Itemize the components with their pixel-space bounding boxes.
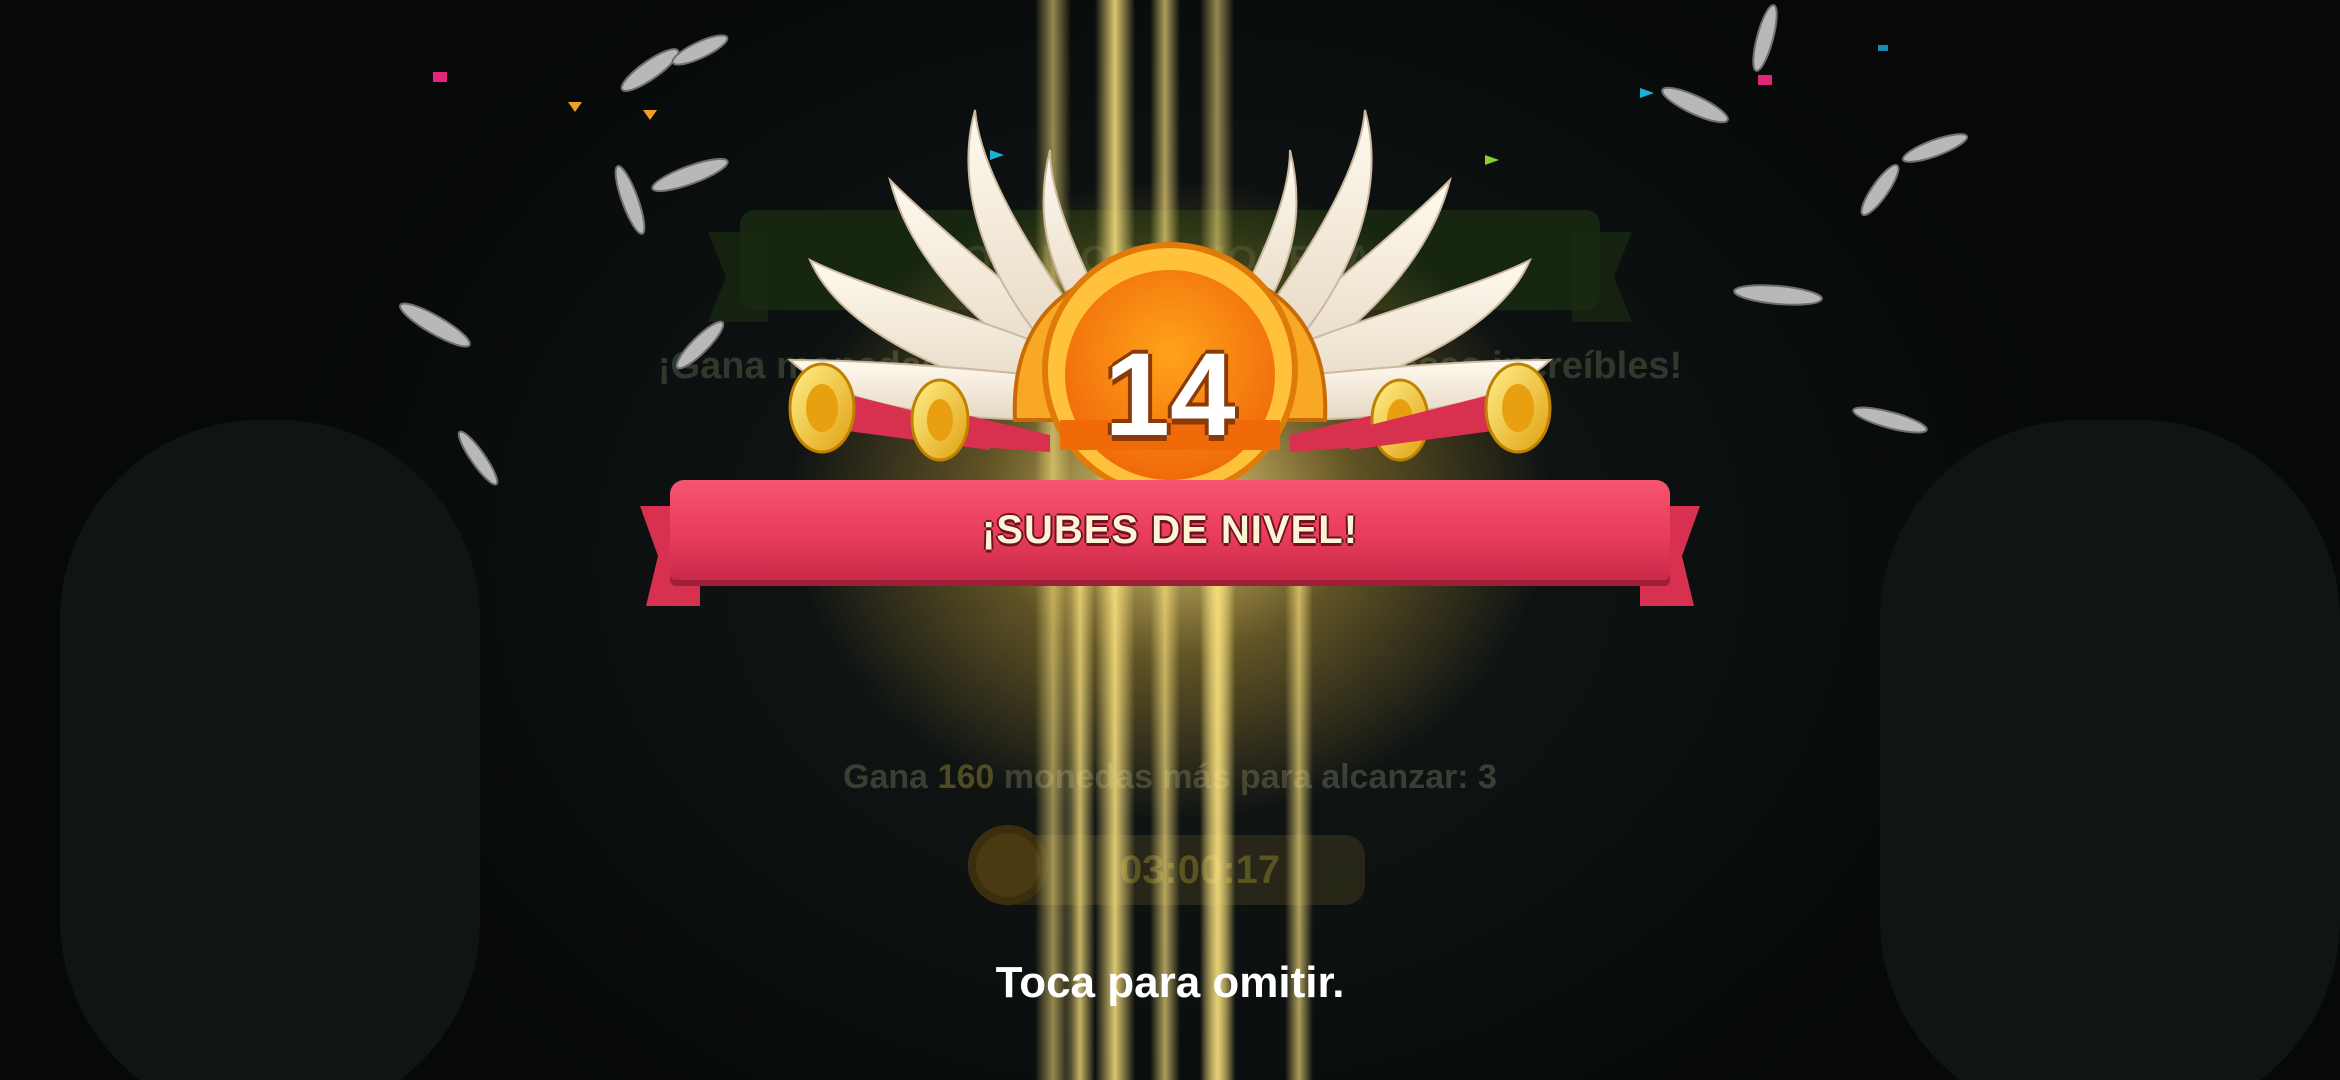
feather-icon [1661, 86, 1729, 124]
level-number: 14 [1104, 329, 1236, 461]
feather-icon [1733, 284, 1823, 306]
feather-icon [1901, 133, 1969, 163]
confetti-icon [1758, 75, 1772, 85]
feather-icon [1860, 164, 1900, 216]
feather-icon [614, 165, 646, 235]
feather-icon [651, 157, 729, 193]
feather-icon [675, 320, 725, 370]
skip-hint[interactable]: Toca para omitir. [870, 958, 1470, 1008]
feather-icon [457, 430, 499, 486]
feather-icon [1752, 4, 1778, 72]
feather-icon [620, 48, 680, 92]
level-up-title: ¡SUBES DE NIVEL! [981, 508, 1359, 552]
confetti-icon [1878, 45, 1888, 51]
level-up-screen[interactable]: TORNEO DE MONEDAS ¡Gana monedas para con… [0, 0, 2340, 1080]
feather-icon [1852, 406, 1928, 434]
feather-icon [399, 302, 471, 348]
confetti-icon [433, 72, 447, 82]
level-up-ribbon: ¡SUBES DE NIVEL! [640, 470, 1700, 610]
